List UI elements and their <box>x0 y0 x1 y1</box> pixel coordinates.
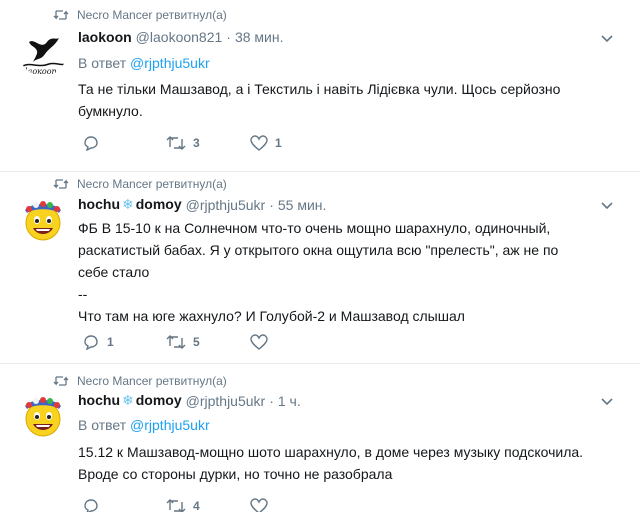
snowflake-icon: ❄ <box>122 392 134 408</box>
avatar[interactable] <box>19 196 67 244</box>
timestamp[interactable]: 38 мин. <box>235 29 284 45</box>
tweet-header: hochu ❄ domoy @rjpthju5ukr · 55 мин. <box>78 196 326 213</box>
timestamp[interactable]: 55 мин. <box>278 197 327 213</box>
retweet-button[interactable]: 5 <box>166 334 250 350</box>
retweet-icon <box>53 10 69 20</box>
retweet-label[interactable]: Necro Mancer ретвитнул(а) <box>77 177 227 191</box>
reply-icon <box>84 499 98 512</box>
tweet-header: laokoon @laokoon821 · 38 мин. <box>78 29 284 45</box>
avatar[interactable]: laoкоon <box>19 28 67 76</box>
tweet-actions: 4 <box>82 498 334 512</box>
tweet-actions: 3 1 <box>82 135 334 151</box>
chevron-down-icon[interactable] <box>600 397 614 407</box>
like-count: 1 <box>275 136 282 150</box>
reply-count: 1 <box>107 335 114 349</box>
tweet-text-line: Та не тільки Машзавод, а і Текстиль і на… <box>78 81 561 97</box>
heart-icon <box>250 334 268 350</box>
retweet-label[interactable]: Necro Mancer ретвитнул(а) <box>77 374 227 388</box>
separator-dot: · <box>269 196 274 213</box>
reply-button[interactable]: 1 <box>82 334 166 350</box>
retweet-icon <box>166 136 186 150</box>
tweet-actions: 1 5 <box>82 334 334 350</box>
tweet-text-line: Что там на юге жахнуло? И Голубой-2 и Ма… <box>78 308 465 324</box>
chevron-down-icon[interactable] <box>600 34 614 44</box>
user-handle[interactable]: @rjpthju5ukr <box>186 393 266 409</box>
tweet-text-line: раскатистый бабах. Я у открытого окна ощ… <box>78 242 559 258</box>
heart-icon <box>250 498 268 512</box>
retweet-icon <box>166 499 186 512</box>
laokoon-logo-image: laoкоon <box>19 28 67 76</box>
retweet-button[interactable]: 3 <box>166 135 250 151</box>
reply-button[interactable] <box>82 135 166 151</box>
retweet-context: Necro Mancer ретвитнул(а) <box>53 8 227 22</box>
tweet-2[interactable]: Necro Mancer ретвитнул(а) hochu ❄ domoy @r… <box>0 172 640 364</box>
tweet-text-line: себе стало <box>78 264 150 280</box>
tweet-text: 15.12 к Машзавод-мощно шото шарахнуло, в… <box>78 441 623 485</box>
display-name[interactable]: hochu ❄ domoy <box>78 392 182 409</box>
display-name-part: domoy <box>135 196 182 212</box>
reply-context: В ответ @rjpthju5ukr <box>78 417 210 433</box>
separator-dot: · <box>226 29 231 45</box>
separator-dot: · <box>269 392 274 409</box>
smiley-emoji-avatar-image <box>19 196 67 244</box>
like-button[interactable]: 1 <box>250 135 334 151</box>
tweet-text: ФБ В 15-10 к на Солнечном что-то очень м… <box>78 217 623 327</box>
user-handle[interactable]: @laokoon821 <box>136 29 223 45</box>
svg-text:laoкоon: laoкоon <box>25 67 57 76</box>
reply-handle-link[interactable]: @rjpthju5ukr <box>130 417 210 433</box>
tweet-text-line: ФБ В 15-10 к на Солнечном что-то очень м… <box>78 220 551 236</box>
display-name[interactable]: laokoon <box>78 29 132 45</box>
avatar[interactable] <box>19 392 67 440</box>
retweet-icon <box>53 179 69 189</box>
reply-handle-link[interactable]: @rjpthju5ukr <box>130 55 210 71</box>
tweet-3[interactable]: Necro Mancer ретвитнул(а) hochu ❄ domoy @r… <box>0 364 640 512</box>
tweet-text-line: бумкнуло. <box>78 103 143 119</box>
reply-prefix: В ответ <box>78 55 131 71</box>
heart-icon <box>250 135 268 151</box>
reply-prefix: В ответ <box>78 417 131 433</box>
display-name[interactable]: hochu ❄ domoy <box>78 196 182 213</box>
like-button[interactable] <box>250 498 334 512</box>
like-button[interactable] <box>250 334 334 350</box>
reply-icon <box>84 335 98 350</box>
retweet-count: 4 <box>193 499 200 512</box>
tweet-text-line: Вроде со стороны дурки, но точно не разо… <box>78 466 393 482</box>
tweet-1[interactable]: Necro Mancer ретвитнул(а) laoкоon laokoo… <box>0 0 640 172</box>
retweet-label[interactable]: Necro Mancer ретвитнул(а) <box>77 8 227 22</box>
retweet-context: Necro Mancer ретвитнул(а) <box>53 374 227 388</box>
reply-context: В ответ @rjpthju5ukr <box>78 55 210 71</box>
chevron-down-icon[interactable] <box>600 201 614 211</box>
display-name-part: hochu <box>78 196 120 212</box>
snowflake-icon: ❄ <box>122 196 134 212</box>
display-name-part: hochu <box>78 392 120 408</box>
tweet-header: hochu ❄ domoy @rjpthju5ukr · 1 ч. <box>78 392 301 409</box>
timestamp[interactable]: 1 ч. <box>278 393 301 409</box>
tweet-text-line: -- <box>78 286 88 302</box>
retweet-icon <box>53 376 69 386</box>
tweet-text: Та не тільки Машзавод, а і Текстиль і на… <box>78 78 623 122</box>
retweet-count: 3 <box>193 136 200 150</box>
user-handle[interactable]: @rjpthju5ukr <box>186 197 266 213</box>
smiley-emoji-avatar-image <box>19 392 67 440</box>
reply-icon <box>84 136 98 151</box>
display-name-part: domoy <box>135 392 182 408</box>
retweet-button[interactable]: 4 <box>166 498 250 512</box>
retweet-context: Necro Mancer ретвитнул(а) <box>53 177 227 191</box>
retweet-icon <box>166 335 186 349</box>
tweet-text-line: 15.12 к Машзавод-мощно шото шарахнуло, в… <box>78 444 584 460</box>
reply-button[interactable] <box>82 498 166 512</box>
retweet-count: 5 <box>193 335 200 349</box>
